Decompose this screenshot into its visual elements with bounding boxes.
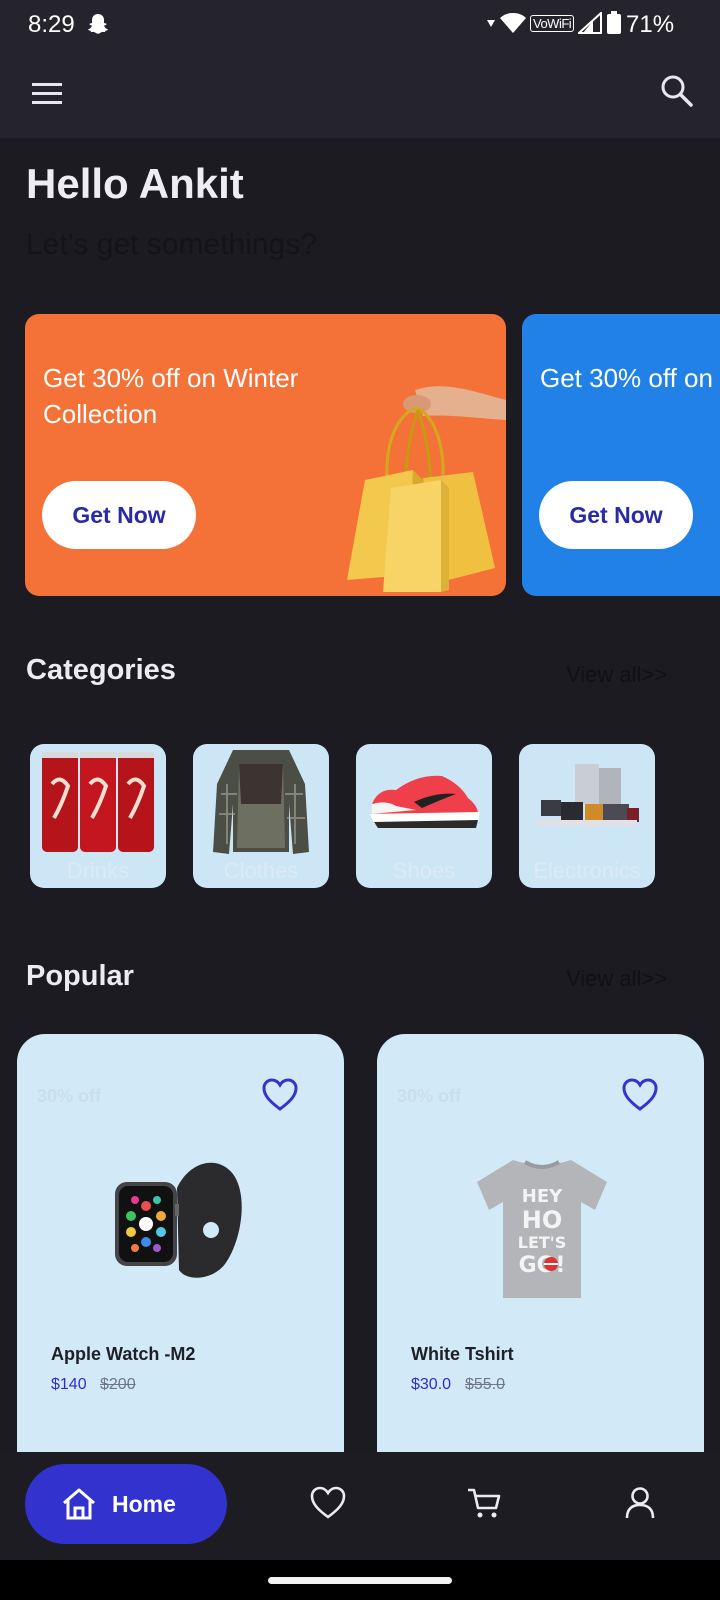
home-icon xyxy=(63,1488,95,1520)
search-icon[interactable] xyxy=(660,74,694,110)
discount-badge: 30% off xyxy=(397,1086,462,1106)
greeting-title: Hello Ankit xyxy=(26,160,244,207)
get-now-button[interactable]: Get Now xyxy=(539,481,693,549)
product-name: White Tshirt xyxy=(411,1344,514,1364)
status-bar: 8:29 VoWiFi 71% xyxy=(0,0,720,50)
category-drinks[interactable]: Drinks xyxy=(30,744,166,888)
tshirt-image: HEY HO LET'S GO! xyxy=(477,1160,607,1298)
product-old-price: $200 xyxy=(100,1376,136,1393)
product-card-apple-watch[interactable]: 30% off Apple Watch -M2 $140 $200 xyxy=(17,1034,344,1452)
menu-icon[interactable] xyxy=(30,78,64,110)
category-label: Drinks xyxy=(66,858,130,883)
categories-title: Categories xyxy=(26,654,176,686)
favorites-icon[interactable] xyxy=(309,1486,347,1520)
apple-watch-image xyxy=(115,1162,242,1278)
product-old-price: $55.0 xyxy=(465,1376,506,1393)
shopping-bags-image xyxy=(347,386,506,592)
category-label: Shoes xyxy=(392,858,456,883)
svg-text:HEY: HEY xyxy=(522,1186,563,1207)
heart-icon[interactable] xyxy=(621,1077,659,1113)
snapchat-icon xyxy=(88,14,108,34)
product-name: Apple Watch -M2 xyxy=(51,1344,196,1364)
profile-icon[interactable] xyxy=(624,1486,656,1520)
cart-icon[interactable] xyxy=(466,1486,502,1520)
battery-percent: 71% xyxy=(626,11,675,38)
signal-arrow-icon xyxy=(487,20,495,27)
bottom-navigation: Home xyxy=(0,1452,720,1560)
wifi-icon xyxy=(500,13,526,33)
popular-view-all-link[interactable]: View all>> xyxy=(566,966,667,992)
promo-text: Get 30% off on Winter Collection xyxy=(540,363,720,393)
status-time: 8:29 xyxy=(28,11,75,38)
svg-text:GO!: GO! xyxy=(519,1253,566,1278)
product-price: $140 xyxy=(51,1376,87,1393)
cell-signal-icon xyxy=(578,12,603,34)
popular-title: Popular xyxy=(26,960,134,992)
nav-home[interactable]: Home xyxy=(25,1464,227,1544)
vowifi-badge: VoWiFi xyxy=(530,14,575,32)
gesture-handle[interactable] xyxy=(268,1577,452,1584)
categories-view-all-link[interactable]: View all>> xyxy=(566,662,667,688)
heart-icon[interactable] xyxy=(261,1077,299,1113)
promo-banner-winter[interactable]: Get 30% off on Winter Collection Get Now xyxy=(25,314,506,596)
greeting-subtitle: Let's get somethings? xyxy=(26,228,317,261)
category-electronics[interactable]: Electronics xyxy=(519,744,655,888)
product-card-white-tshirt[interactable]: 30% off HEY HO LET'S GO! White Tshirt $3… xyxy=(377,1034,704,1452)
promo-banner-secondary[interactable]: Get 30% off on Winter Collection Get Now xyxy=(522,314,720,596)
nav-home-label: Home xyxy=(112,1490,176,1517)
category-clothes[interactable]: Clothes xyxy=(193,744,329,888)
get-now-button[interactable]: Get Now xyxy=(42,481,196,549)
svg-text:LET'S: LET'S xyxy=(518,1233,566,1252)
promo-text: Get 30% off on Winter Collection xyxy=(43,363,299,429)
product-price: $30.0 xyxy=(411,1376,452,1393)
battery-icon xyxy=(607,11,622,34)
app-bar xyxy=(0,50,720,138)
category-label: Clothes xyxy=(223,858,299,883)
status-icons: VoWiFi xyxy=(486,11,622,35)
category-shoes[interactable]: Shoes xyxy=(356,744,492,888)
discount-badge: 30% off xyxy=(37,1086,102,1106)
category-label: Electronics xyxy=(533,858,641,883)
svg-text:HO: HO xyxy=(522,1206,563,1234)
